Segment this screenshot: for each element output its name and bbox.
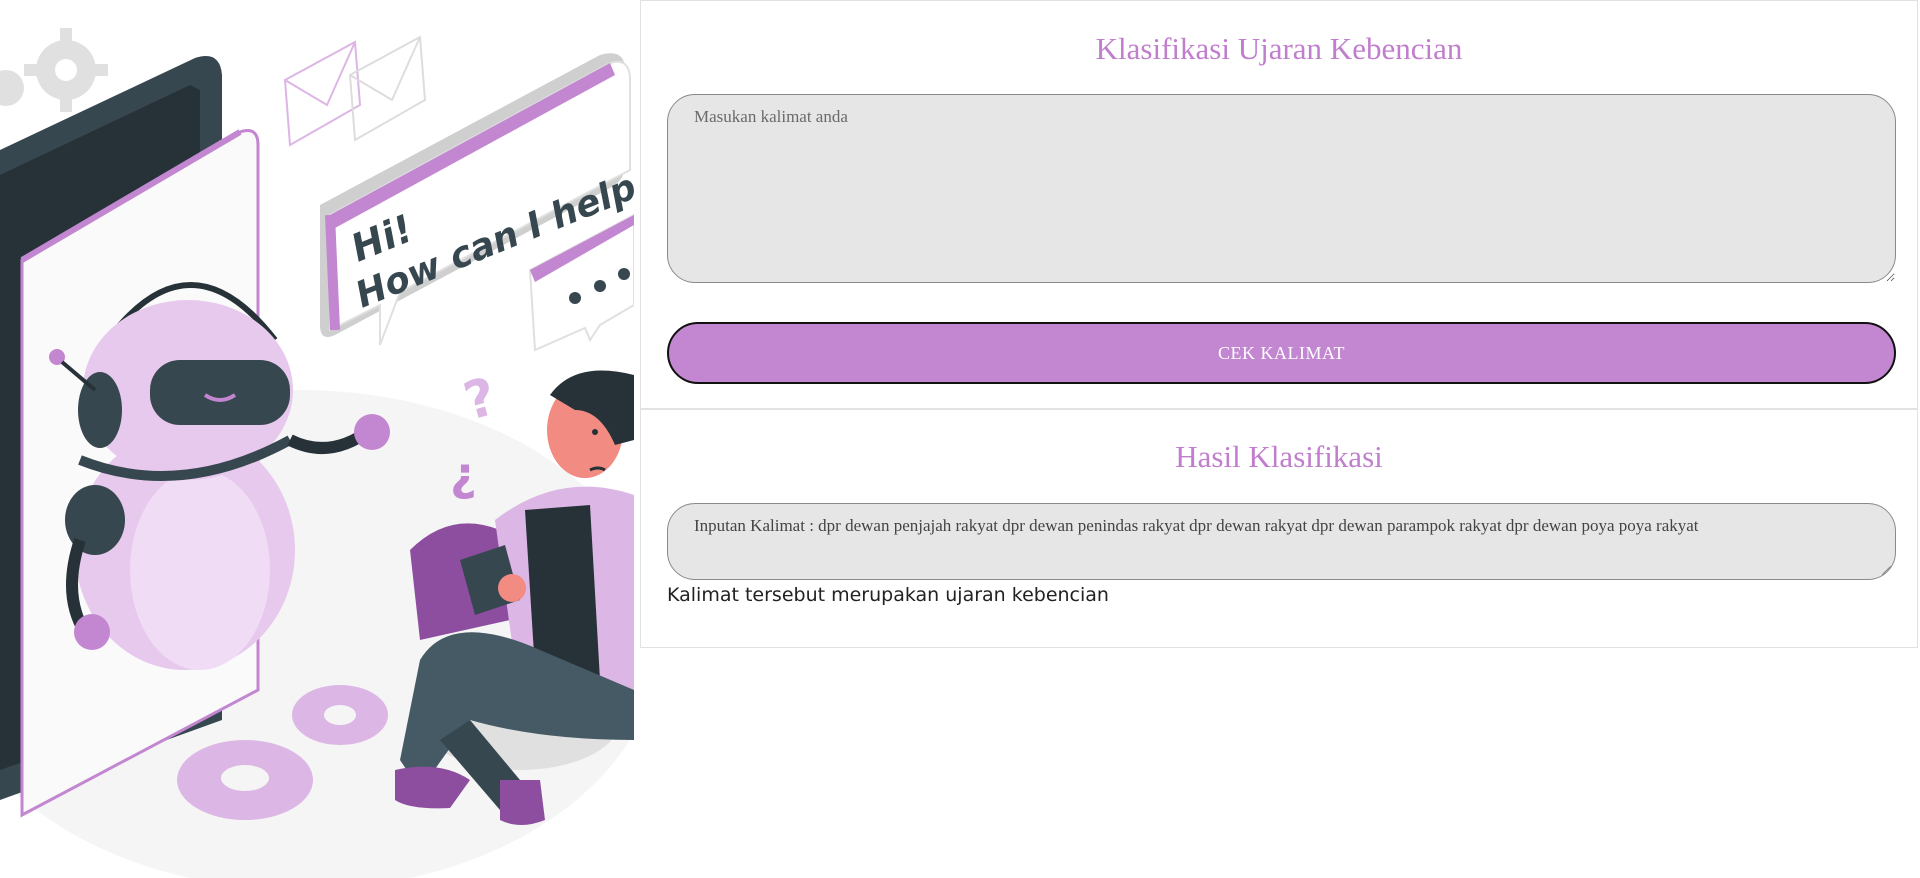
check-sentence-button[interactable]: CEK KALIMAT (667, 322, 1896, 384)
resize-grip-icon[interactable] (1882, 566, 1891, 575)
result-title: Hasil Klasifikasi (1175, 439, 1383, 474)
gear-icon (0, 28, 108, 112)
svg-text:¿: ¿ (450, 447, 477, 501)
classification-result-panel: Hasil Klasifikasi Inputan Kalimat : dpr … (640, 409, 1918, 648)
form-title: Klasifikasi Ujaran Kebencian (1095, 31, 1463, 66)
chatbot-illustration-svg: Hi! How can I help you? ? ¿ (0, 28, 634, 878)
input-sentence-text: Inputan Kalimat : dpr dewan penjajah rak… (694, 516, 1699, 535)
classification-result-text: Kalimat tersebut merupakan ujaran kebenc… (667, 584, 1109, 606)
sentence-input[interactable] (667, 94, 1896, 283)
envelope-icon (283, 35, 427, 147)
input-sentence-display[interactable]: Inputan Kalimat : dpr dewan penjajah rak… (667, 503, 1896, 580)
classification-form-panel: Klasifikasi Ujaran Kebencian CEK KALIMAT (640, 0, 1918, 409)
chatbot-illustration: Hi! How can I help you? ? ¿ (0, 0, 634, 878)
